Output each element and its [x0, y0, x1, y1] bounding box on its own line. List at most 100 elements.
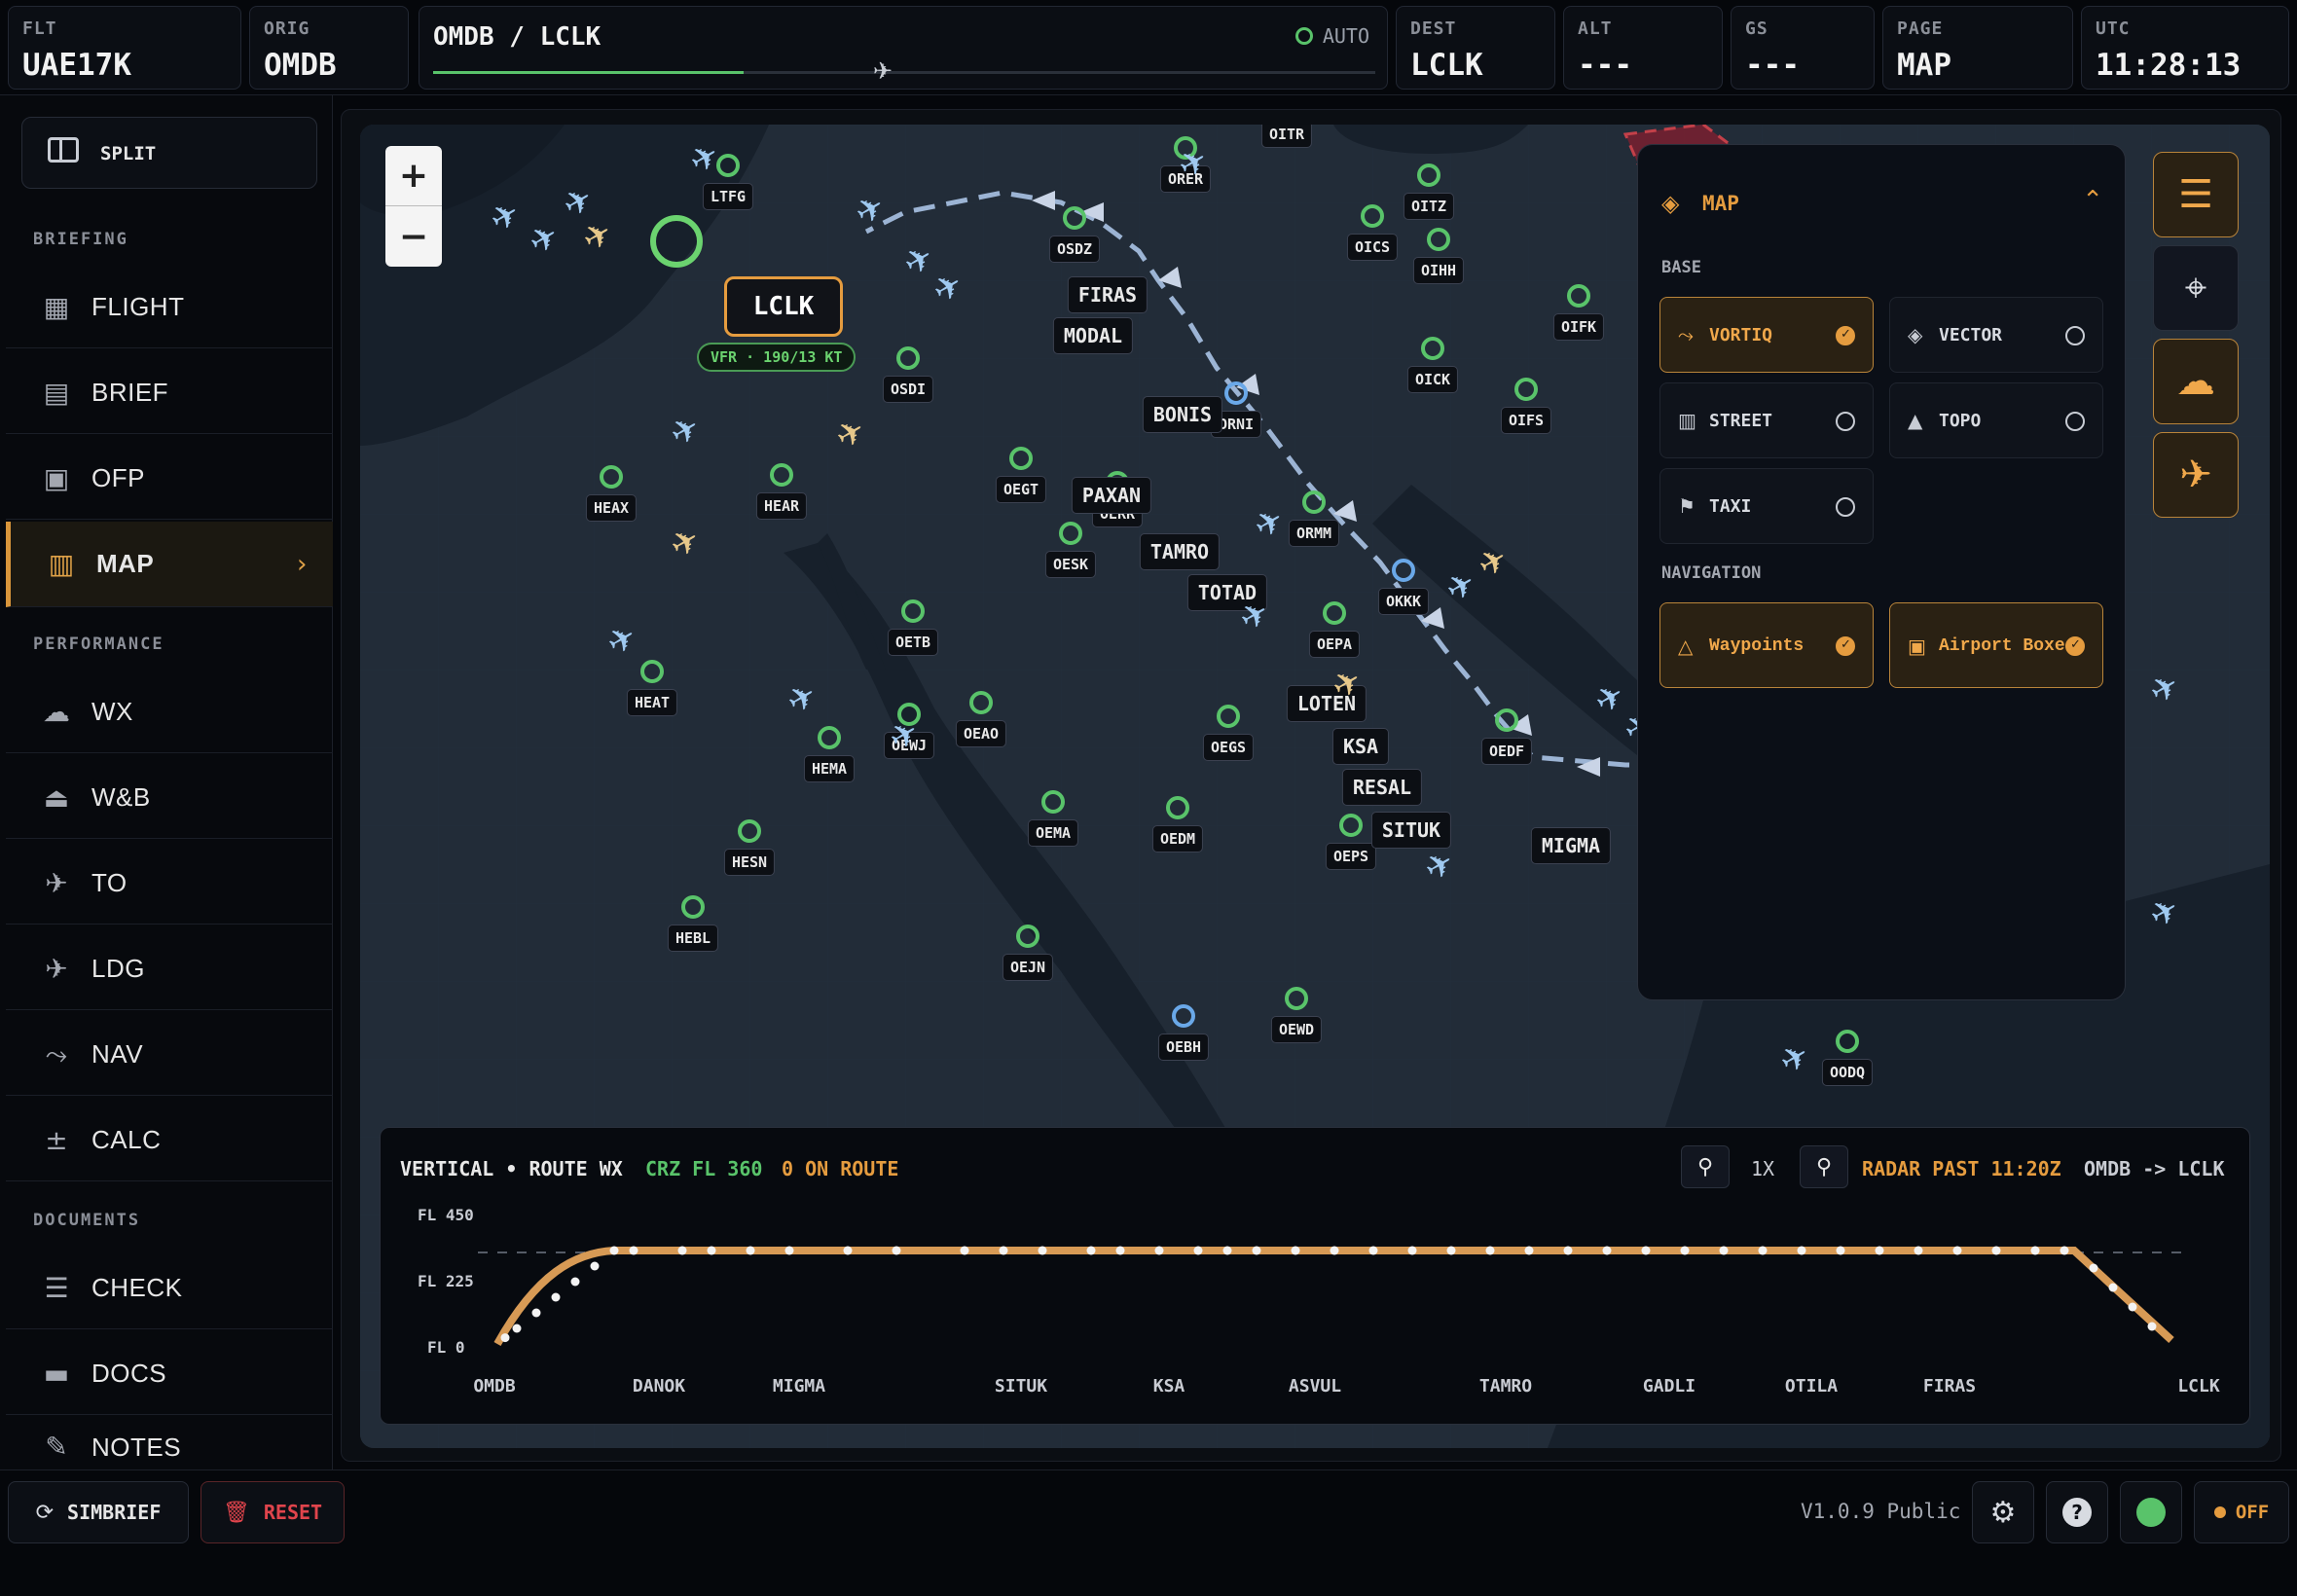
airport-label[interactable]: OEWD: [1270, 1016, 1323, 1043]
airport-label[interactable]: HEBL: [667, 925, 719, 952]
traffic-layer-button[interactable]: ✈: [2153, 432, 2239, 518]
airport-marker-icon[interactable]: [1427, 228, 1450, 251]
nav-item-notes[interactable]: ✎ NOTES: [6, 1419, 333, 1469]
base-option-topo[interactable]: ▲ TOPO: [1889, 382, 2103, 458]
settings-button[interactable]: ⚙: [1972, 1481, 2034, 1543]
airport-marker-icon[interactable]: [1059, 522, 1082, 545]
airport-marker-icon[interactable]: [1166, 796, 1189, 819]
airport-label[interactable]: OEBH: [1157, 1034, 1210, 1061]
airport-label[interactable]: OEPA: [1308, 631, 1361, 658]
nav-item-ofp[interactable]: ▣ OFP: [6, 438, 333, 520]
nav-option-waypoints[interactable]: △ Waypoints: [1659, 602, 1874, 688]
help-button[interactable]: ?: [2046, 1481, 2108, 1543]
nav-item-wx[interactable]: ☁ WX: [6, 671, 333, 753]
airport-label[interactable]: OIHH: [1412, 257, 1465, 284]
connection-toggle[interactable]: OFF: [2194, 1481, 2289, 1543]
airport-label[interactable]: OEDM: [1151, 825, 1204, 852]
nav-item-to[interactable]: ✈ TO: [6, 843, 333, 925]
airport-label[interactable]: OSDI: [882, 376, 934, 403]
airport-marker-icon[interactable]: [640, 660, 664, 683]
base-option-vector[interactable]: ◈ VECTOR: [1889, 297, 2103, 373]
airport-label[interactable]: OIFK: [1552, 313, 1605, 341]
base-option-taxi[interactable]: ⚑ TAXI: [1659, 468, 1874, 544]
waypoint-label[interactable]: RESAL: [1341, 769, 1423, 806]
airport-marker-icon[interactable]: [901, 599, 925, 623]
airport-label[interactable]: HEAX: [585, 494, 638, 522]
airport-marker-icon[interactable]: [1217, 705, 1240, 728]
waypoint-label[interactable]: TAMRO: [1139, 533, 1221, 570]
destination-airport-box[interactable]: LCLK: [724, 276, 843, 337]
nav-item-nav[interactable]: ⤳ NAV: [6, 1014, 333, 1096]
nav-item-map[interactable]: ▥ MAP ›: [6, 522, 333, 607]
airport-marker-icon[interactable]: [600, 465, 623, 489]
nav-item-ldg[interactable]: ✈ LDG: [6, 928, 333, 1010]
airport-marker-icon[interactable]: [818, 726, 841, 749]
airport-label[interactable]: OESK: [1044, 551, 1097, 578]
airport-marker-icon[interactable]: [738, 819, 761, 843]
airport-label[interactable]: OEGT: [995, 476, 1047, 503]
airport-marker-icon[interactable]: [1063, 206, 1086, 230]
airport-label[interactable]: HESN: [723, 849, 776, 876]
nav-option-airport-boxes[interactable]: ▣ Airport Boxes: [1889, 602, 2103, 688]
airport-label[interactable]: OICK: [1406, 366, 1459, 393]
airport-marker-icon[interactable]: [1421, 337, 1444, 360]
airport-label[interactable]: OEPS: [1325, 843, 1377, 870]
airport-label[interactable]: LTFG: [702, 183, 754, 210]
account-button[interactable]: [2120, 1481, 2182, 1543]
zoom-in-button[interactable]: +: [385, 146, 442, 206]
weather-layer-button[interactable]: ☁: [2153, 339, 2239, 424]
auto-toggle[interactable]: AUTO: [1294, 24, 1369, 48]
airport-marker-icon[interactable]: [1514, 378, 1538, 401]
waypoint-label[interactable]: KSA: [1331, 728, 1390, 765]
airport-label[interactable]: HEMA: [803, 755, 856, 782]
nav-item-brief[interactable]: ▤ BRIEF: [6, 352, 333, 434]
airport-label[interactable]: OETB: [887, 629, 939, 656]
waypoint-label[interactable]: PAXAN: [1071, 477, 1152, 514]
airport-marker-icon[interactable]: [1172, 1004, 1195, 1028]
airport-marker-icon[interactable]: [1016, 925, 1039, 948]
airport-marker-icon[interactable]: [1417, 163, 1440, 187]
airport-marker-icon[interactable]: [1323, 601, 1346, 625]
airport-label[interactable]: ORMM: [1288, 520, 1340, 547]
airport-label[interactable]: OITZ: [1403, 193, 1455, 220]
split-button[interactable]: SPLIT: [21, 117, 317, 189]
airport-marker-icon[interactable]: [1361, 204, 1384, 228]
airport-marker-icon[interactable]: [1567, 284, 1590, 308]
airport-label[interactable]: OODQ: [1821, 1059, 1874, 1086]
airport-label[interactable]: OEMA: [1027, 819, 1079, 847]
zoom-out-button[interactable]: −: [385, 206, 442, 267]
airport-marker-icon[interactable]: [770, 463, 793, 487]
waypoint-label[interactable]: FIRAS: [1067, 276, 1148, 313]
airport-marker-icon[interactable]: [1495, 708, 1518, 732]
nav-item-flight[interactable]: ▦ FLIGHT: [6, 267, 333, 348]
airport-marker-icon[interactable]: [1392, 559, 1415, 582]
nav-item-docs[interactable]: ▬ DOCS: [6, 1333, 333, 1415]
airport-label[interactable]: OSDZ: [1048, 236, 1101, 263]
airport-marker-icon[interactable]: [896, 346, 920, 370]
airport-marker-icon[interactable]: [681, 895, 705, 919]
airport-label[interactable]: OKKK: [1377, 588, 1430, 615]
map-settings-button[interactable]: ☰: [2153, 152, 2239, 237]
airport-label[interactable]: OITR: [1260, 125, 1313, 148]
airport-marker-icon[interactable]: [969, 691, 993, 714]
airport-marker-icon[interactable]: [1836, 1030, 1859, 1053]
airport-label[interactable]: HEAT: [626, 689, 678, 716]
airport-marker-icon[interactable]: [1285, 987, 1308, 1010]
waypoint-label[interactable]: MODAL: [1052, 317, 1134, 354]
route-cell[interactable]: OMDB / LCLK AUTO ✈: [419, 6, 1388, 90]
airport-label[interactable]: OIFS: [1500, 407, 1552, 434]
airport-label[interactable]: OEAO: [955, 720, 1007, 747]
nav-item-check[interactable]: ☰ CHECK: [6, 1248, 333, 1329]
airport-marker-icon[interactable]: [1009, 447, 1033, 470]
airport-marker-icon[interactable]: [1302, 490, 1326, 514]
airport-marker-icon[interactable]: [1224, 381, 1248, 405]
nav-item-calc[interactable]: ± CALC: [6, 1100, 333, 1181]
waypoint-label[interactable]: BONIS: [1142, 396, 1223, 433]
airport-marker-icon[interactable]: [1339, 814, 1363, 837]
simbrief-button[interactable]: ⟳ SIMBRIEF: [8, 1481, 189, 1543]
airport-label[interactable]: HEAR: [755, 492, 808, 520]
collapse-chevron-icon[interactable]: ⌃: [2082, 186, 2103, 215]
base-option-street[interactable]: ▥ STREET: [1659, 382, 1874, 458]
airport-marker-icon[interactable]: [1041, 790, 1065, 814]
nav-item-wb[interactable]: ⏏ W&B: [6, 757, 333, 839]
